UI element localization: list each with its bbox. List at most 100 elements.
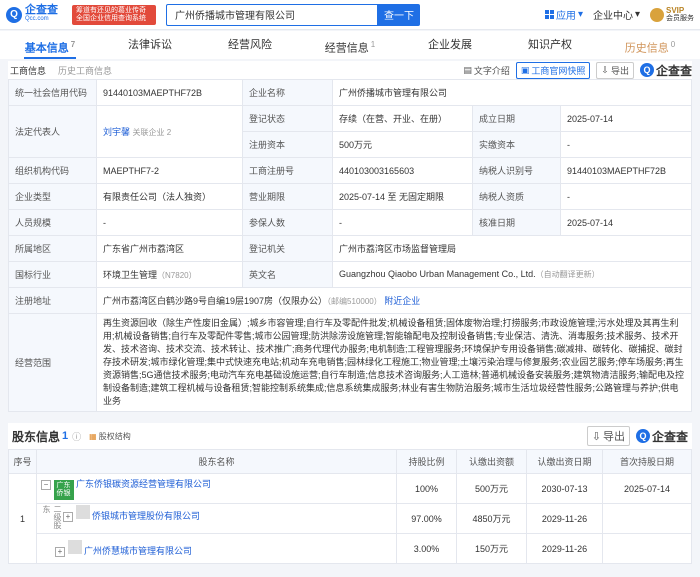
table-row: 国标行业 环境卫生管理（N7820） 英文名 Guangzhou Qiaobo … xyxy=(8,261,692,288)
search-button[interactable]: 查一下 xyxy=(378,3,420,26)
value: 环境卫生管理 xyxy=(103,270,158,280)
table-row: 人员规模 - 参保人数 - 核准日期 2025-07-14 xyxy=(8,209,692,236)
english-name-cell: Guangzhou Qiaobo Urban Management Co., L… xyxy=(332,261,692,288)
column-header[interactable]: 首次持股日期 xyxy=(602,449,692,474)
label: 人员规模 xyxy=(8,209,97,236)
column-header[interactable]: 认缴出资日期 xyxy=(526,449,603,474)
industry-cell: 环境卫生管理（N7820） xyxy=(96,261,243,288)
enterprise-center-link[interactable]: 企业中心 xyxy=(593,7,633,22)
value: MAEPTHF7-2 xyxy=(96,157,243,184)
text-intro-button[interactable]: ▤ 文字介绍 xyxy=(463,64,510,77)
table-row: 经营范围 再生资源回收（除生产性废旧金属）;城乡市容管理;自行车及零配件批发;机… xyxy=(8,313,692,412)
label: 企业名称 xyxy=(242,79,333,106)
export-icon: ⇩ xyxy=(591,430,601,443)
svip-button[interactable]: SVIP 会员服务 xyxy=(650,5,694,23)
tab-development[interactable]: 企业发展 xyxy=(400,31,500,59)
tool-label: 工商官网快照 xyxy=(531,65,586,76)
label: 注册资本 xyxy=(242,131,333,158)
watermark-text: 企查查 xyxy=(655,63,692,78)
value: 100% xyxy=(396,473,457,504)
tab-risk[interactable]: 经营风险 xyxy=(200,31,300,59)
value: 存续（在营、开业、在册） xyxy=(332,105,473,132)
tab-legal[interactable]: 法律诉讼 xyxy=(100,31,200,59)
tab-label: 经营风险 xyxy=(228,39,272,51)
value: 3.00% xyxy=(396,533,457,564)
shareholder-link[interactable]: 广东侨银碳资源经营管理有限公司 xyxy=(76,479,211,489)
label: 营业期限 xyxy=(242,183,333,210)
export-button[interactable]: ⇩ 导出 xyxy=(596,61,634,79)
watermark-text: 企查查 xyxy=(651,429,688,444)
column-header[interactable]: 认缴出资额 xyxy=(456,449,527,474)
tab-label: 经营信息 xyxy=(324,42,369,55)
value: 2030-07-13 xyxy=(526,473,603,504)
shareholder-table: 序号 股东名称 持股比例 认缴出资额 认缴出资日期 首次持股日期 1 − 广东侨… xyxy=(8,449,692,564)
main-tabs: 基本信息 7 法律诉讼 经营风险 经营信息 1 企业发展 知识产权 历史信息 0 xyxy=(0,31,700,59)
snapshot-button[interactable]: ▣ 工商官网快照 xyxy=(515,61,591,79)
info-table: 统一社会信用代码 91440103MAEPTHF72B 企业名称 广州侨播城市管… xyxy=(8,79,692,412)
value: 440103003165603 xyxy=(332,157,473,184)
auto-translate-note: （自动翻译更新） xyxy=(535,270,600,279)
export-button[interactable]: ⇩ 导出 xyxy=(586,426,630,446)
logo-icon: Q xyxy=(6,6,22,23)
column-header[interactable]: 持股比例 xyxy=(396,449,457,474)
expand-icon[interactable]: + xyxy=(55,547,65,557)
logo-sub: Qcc.com xyxy=(25,15,49,22)
tool-label: 导出 xyxy=(610,65,629,76)
chevron-down-icon: ▾ xyxy=(577,9,583,20)
value: 150万元 xyxy=(456,533,527,564)
link-label: 股权结构 xyxy=(98,431,131,441)
label: 参保人数 xyxy=(242,209,333,236)
slogan-badge: 筹道有还见的葛业传奇 全国企业信用查询系统 xyxy=(72,4,156,25)
level-label: 二级股东 xyxy=(42,504,62,529)
table-row: 1 − 广东侨银 广东侨银碳资源经营管理有限公司 100% 500万元 2030… xyxy=(8,473,692,564)
camera-icon: ▣ xyxy=(520,64,530,75)
tab-label: 基本信息 xyxy=(24,42,69,55)
value: 2025-07-14 xyxy=(560,209,692,236)
value: 500万元 xyxy=(332,131,473,158)
collapse-icon[interactable]: − xyxy=(41,480,51,490)
nearby-companies-link[interactable]: 附近企业 xyxy=(384,296,420,306)
shareholder-link[interactable]: 广州侨慧城市管理有限公司 xyxy=(84,546,192,556)
subtab-history[interactable]: 历史工商信息 xyxy=(58,64,112,77)
subtab-business-info[interactable]: 工商信息 xyxy=(10,64,46,77)
chevron-down-icon: ▾ xyxy=(634,9,640,20)
search-input[interactable]: 广州侨播城市管理有限公司 xyxy=(166,3,378,26)
tab-business[interactable]: 经营信息 1 xyxy=(300,31,400,59)
tab-history[interactable]: 历史信息 0 xyxy=(600,31,700,59)
app-menu-button[interactable]: 应用 ▾ xyxy=(544,7,583,22)
top-bar: Q 企查查 Qcc.com 筹道有还见的葛业传奇 全国企业信用查询系统 广州侨播城… xyxy=(0,0,700,30)
column-header: 序号 xyxy=(8,449,37,474)
legal-rep-link[interactable]: 刘宇馨 xyxy=(103,127,130,137)
tab-count: 0 xyxy=(670,40,676,49)
shareholder-panel: 股东信息 1 ⓘ ▦ 股权结构 ⇩ 导出 Q 企查查 序号 股东名称 持股比例 认缴出… xyxy=(8,423,692,564)
shareholder-link[interactable]: 侨银城市管理股份有限公司 xyxy=(92,511,200,521)
label: 登记机关 xyxy=(242,235,333,262)
section-title: 股东信息 xyxy=(12,429,61,444)
value: - xyxy=(560,131,692,158)
value: 2029-11-26 xyxy=(526,533,603,564)
tab-count: 1 xyxy=(370,40,376,49)
value: 91440103MAEPTHF72B xyxy=(96,79,243,106)
tab-label: 历史信息 xyxy=(624,42,669,55)
equity-structure-link[interactable]: ▦ 股权结构 xyxy=(89,431,131,442)
tab-basic-info[interactable]: 基本信息 7 xyxy=(0,31,100,59)
app-label: 应用 xyxy=(555,11,576,22)
svip-label: SVIP xyxy=(666,5,685,15)
value: 广州市荔湾区市场监督管理局 xyxy=(332,235,692,262)
label: 统一社会信用代码 xyxy=(8,79,97,106)
label: 工商注册号 xyxy=(242,157,333,184)
table-header: 序号 股东名称 持股比例 认缴出资额 认缴出资日期 首次持股日期 xyxy=(8,449,692,474)
label: 注册地址 xyxy=(8,287,97,314)
value: - xyxy=(560,183,692,210)
document-icon: ▤ xyxy=(463,64,472,75)
table-row: + 广州侨慧城市管理有限公司 3.00% 150万元 2029-11-26 xyxy=(9,533,692,564)
expand-icon[interactable]: + xyxy=(63,511,73,522)
table-row: 法定代表人 刘宇馨 关联企业 2 登记状态 存续（在营、开业、在册） 成立日期 … xyxy=(8,105,692,158)
site-logo[interactable]: Q 企查查 Qcc.com xyxy=(6,4,70,24)
value: Guangzhou Qiaobo Urban Management Co., L… xyxy=(339,269,536,279)
tab-ip[interactable]: 知识产权 xyxy=(500,31,600,59)
value: - xyxy=(332,209,473,236)
value: - xyxy=(96,209,243,236)
related-companies-tag[interactable]: 关联企业 2 xyxy=(133,128,172,137)
table-row: 统一社会信用代码 91440103MAEPTHF72B 企业名称 广州侨播城市管… xyxy=(8,79,692,106)
